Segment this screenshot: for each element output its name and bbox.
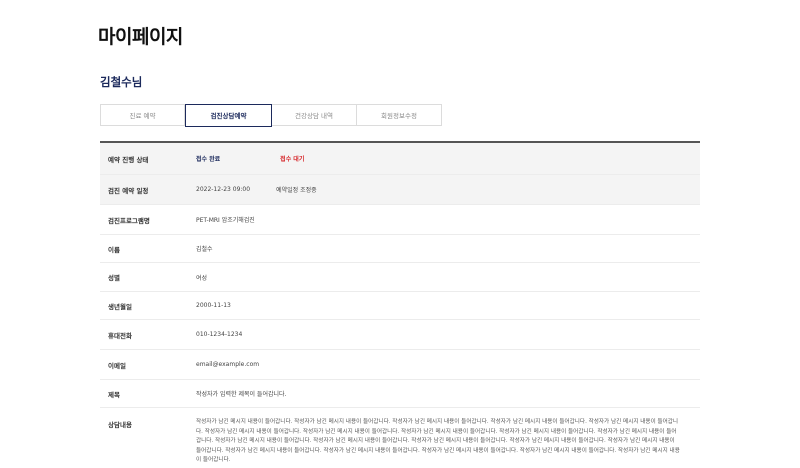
gender-value: 여성 [196,274,208,282]
gender-label: 성별 [108,274,120,282]
schedule-change-button[interactable]: 예약일정 조정중 [276,185,317,194]
birth-value: 2000-11-13 [196,302,231,309]
row-status: 예약 진행 상태 접수 완료 접수 대기 [100,143,700,175]
phone-value: 010-1234-1234 [196,331,243,338]
row-gender: 성별 여성 [100,263,700,292]
row-phone: 휴대전화 010-1234-1234 [100,320,700,350]
program-label: 검진프로그램명 [108,216,150,225]
row-content: 상담내용 작성자가 남긴 메시지 내용이 들어갑니다. 작성자가 남긴 메시지 … [100,408,700,468]
birth-label: 생년월일 [108,302,132,311]
subject-value: 작성자가 입력한 제목이 들어갑니다. [196,391,287,398]
status-waiting-badge: 접수 대기 [280,156,305,163]
mypage: 마이페이지 김철수님 진료 예약 검진상담예약 건강상담 내역 회원정보수정 예… [0,0,800,463]
tab-checkup-consult-reservation[interactable]: 검진상담예약 [185,103,272,127]
content-label: 상담내용 [108,421,132,429]
tab-health-consult-history[interactable]: 건강상담 내역 [272,104,357,126]
phone-label: 휴대전화 [108,331,132,340]
datetime-value: 2022-12-23 09:00 [196,186,251,193]
row-program: 검진프로그램명 PET-MRI 암조기해검진 [100,205,700,235]
email-label: 이메일 [108,361,126,370]
status-done-badge: 접수 완료 [196,156,221,163]
row-email: 이메일 email@example.com [100,350,700,380]
name-label: 이름 [108,245,120,254]
program-value: PET-MRI 암조기해검진 [196,217,255,224]
name-value: 김철수 [196,246,213,253]
tab-member-info-edit[interactable]: 회원정보수정 [357,104,442,126]
user-name: 김철수님 [100,75,143,89]
tab-clinic-reservation[interactable]: 진료 예약 [100,104,185,126]
row-birth: 생년월일 2000-11-13 [100,292,700,320]
subject-label: 제목 [108,390,120,399]
tab-bar: 진료 예약 검진상담예약 건강상담 내역 회원정보수정 [100,103,442,127]
content-value: 작성자가 남긴 메시지 내용이 들어갑니다. 작성자가 남긴 메시지 내용이 들… [196,419,680,464]
row-datetime: 검진 예약 일정 2022-12-23 09:00 예약일정 조정중 [100,175,700,205]
row-subject: 제목 작성자가 입력한 제목이 들어갑니다. [100,380,700,408]
page-title: 마이페이지 [98,26,183,48]
datetime-label: 검진 예약 일정 [108,186,149,195]
email-value: email@example.com [196,361,260,368]
status-label: 예약 진행 상태 [108,155,149,164]
row-name: 이름 김철수 [100,235,700,263]
reservation-detail-table: 예약 진행 상태 접수 완료 접수 대기 검진 예약 일정 2022-12-23… [100,141,700,468]
